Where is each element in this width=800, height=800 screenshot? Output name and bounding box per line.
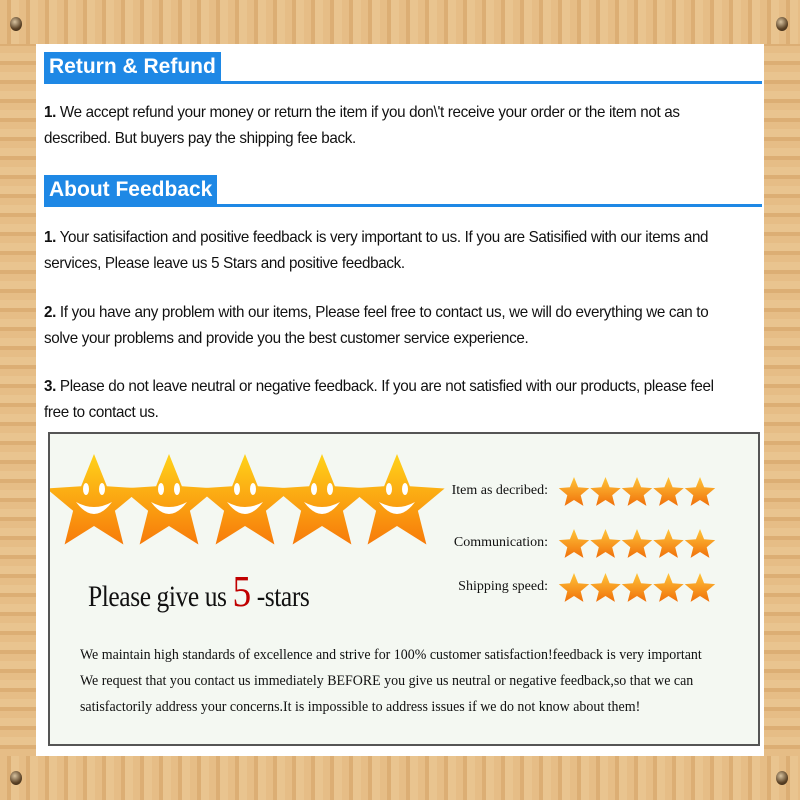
rating-label: Communication: bbox=[453, 535, 548, 550]
nail-icon bbox=[776, 17, 788, 31]
smiley-star-icon bbox=[349, 454, 445, 545]
star-icon bbox=[653, 529, 684, 558]
nail-icon bbox=[10, 17, 22, 31]
rating-stars bbox=[558, 477, 716, 506]
star-icon bbox=[590, 573, 621, 602]
smiley-star-icon bbox=[121, 454, 217, 545]
star-icon bbox=[621, 529, 653, 558]
section-header-about-feedback: About Feedback bbox=[44, 175, 762, 207]
frame-bottom bbox=[0, 756, 800, 800]
nail-icon bbox=[776, 771, 788, 785]
star-icon bbox=[684, 477, 716, 506]
smiley-stars bbox=[50, 454, 445, 545]
smiley-star-icon bbox=[197, 454, 293, 545]
star-icon bbox=[558, 477, 590, 506]
smiley-star-icon bbox=[274, 454, 370, 545]
smiley-star-icon bbox=[50, 454, 142, 545]
star-icon bbox=[621, 477, 653, 506]
star-icon bbox=[653, 573, 684, 602]
feedback-item-2: 2. If you have any problem with our item… bbox=[44, 304, 709, 347]
star-icon bbox=[558, 529, 590, 558]
star-icon bbox=[621, 573, 653, 602]
section-header-return-refund: Return & Refund bbox=[44, 52, 762, 84]
star-icon bbox=[684, 573, 716, 602]
star-icon bbox=[684, 529, 716, 558]
frame-left bbox=[0, 44, 36, 756]
rating-label: Shipping speed: bbox=[458, 579, 548, 594]
policy-line: We request that you contact us immediate… bbox=[80, 673, 694, 689]
slogan: Please give us 5 -stars bbox=[88, 567, 310, 616]
nail-icon bbox=[10, 771, 22, 785]
policy-line: satisfactorily address your concerns.It … bbox=[80, 699, 641, 715]
star-icon bbox=[558, 573, 590, 602]
star-icon bbox=[590, 477, 621, 506]
policy-text: We maintain high standards of excellence… bbox=[80, 642, 702, 720]
frame-right bbox=[764, 44, 800, 756]
frame-top bbox=[0, 0, 800, 44]
rating-label: Item as decribed: bbox=[451, 483, 548, 498]
feedback-item-1: 1. Your satisifaction and positive feedb… bbox=[44, 229, 709, 272]
rating-stars bbox=[558, 573, 716, 602]
refund-item-1: 1. We accept refund your money or return… bbox=[44, 104, 680, 147]
star-icon bbox=[590, 529, 621, 558]
policy-line: We maintain high standards of excellence… bbox=[80, 647, 702, 663]
rating-stars bbox=[558, 529, 716, 558]
five-star-banner: Please give us 5 -stars Item as decribed… bbox=[48, 432, 760, 746]
feedback-item-3: 3. Please do not leave neutral or negati… bbox=[44, 378, 714, 421]
content-panel: Return & Refund 1. We accept refund your… bbox=[36, 44, 764, 756]
star-icon bbox=[653, 477, 684, 506]
